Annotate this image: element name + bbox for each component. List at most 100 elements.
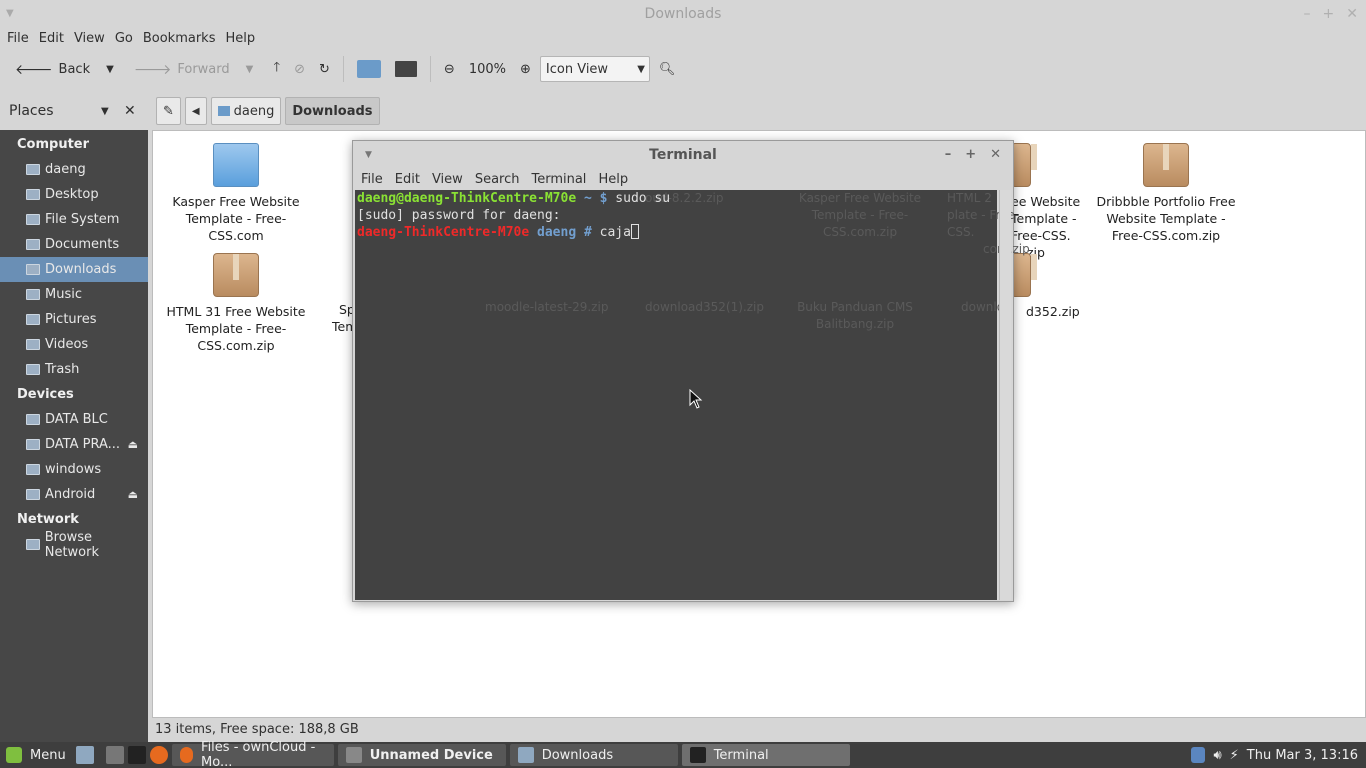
file-item[interactable]: HTML 31 Free Website Template - Free-CSS… bbox=[161, 253, 311, 354]
sidebar-item-label: Videos bbox=[45, 337, 89, 352]
volume-icon[interactable]: 🔊︎ bbox=[1213, 748, 1221, 763]
zoom-in-button[interactable]: ⊕ bbox=[515, 54, 536, 84]
close-sidebar-icon[interactable]: ✕ bbox=[124, 103, 136, 119]
terminal-launcher-icon[interactable] bbox=[127, 746, 146, 764]
menu-bookmarks[interactable]: Bookmarks bbox=[143, 31, 224, 46]
terminal-title: Terminal bbox=[649, 147, 717, 163]
terminal-menu-edit[interactable]: Edit bbox=[395, 172, 420, 187]
terminal-screen[interactable]: oud-8.2.2.zip Kasper Free Website Templa… bbox=[355, 190, 1030, 600]
ghost-file-label: downlo bbox=[961, 300, 1005, 314]
sidebar-item-music[interactable]: Music bbox=[0, 282, 148, 307]
sidebar-item-videos[interactable]: Videos bbox=[0, 332, 148, 357]
sidebar-item-filesystem[interactable]: File System bbox=[0, 207, 148, 232]
stop-button[interactable]: ⊘ bbox=[289, 54, 310, 84]
terminal-titlebar[interactable]: ▼ Terminal – + ✕ bbox=[353, 141, 1013, 169]
breadcrumb-downloads[interactable]: Downloads bbox=[285, 97, 380, 125]
taskbar-window-terminal[interactable]: Terminal bbox=[681, 744, 850, 766]
taskbar-window-label: Downloads bbox=[541, 747, 614, 763]
chevron-down-icon[interactable]: ▼ bbox=[106, 64, 114, 75]
mint-logo-icon bbox=[6, 747, 22, 763]
sidebar-item-data-pra[interactable]: DATA PRA... ⏏ bbox=[0, 432, 148, 457]
ghost-file-label: download352(1).zip bbox=[645, 300, 764, 314]
firefox-icon[interactable] bbox=[149, 746, 168, 764]
zoom-out-button[interactable]: ⊖ bbox=[439, 54, 460, 84]
terminal-menu-view[interactable]: View bbox=[432, 172, 463, 187]
forward-button[interactable]: 🡒 Forward ▼ bbox=[129, 54, 265, 84]
minimize-icon[interactable]: – bbox=[1304, 0, 1311, 28]
window-menu-icon[interactable]: ▼ bbox=[6, 0, 14, 28]
sidebar-item-label: File System bbox=[45, 212, 120, 227]
sidebar-item-home[interactable]: daeng bbox=[0, 157, 148, 182]
sidebar-item-windows[interactable]: windows bbox=[0, 457, 148, 482]
start-menu-label: Menu bbox=[30, 747, 66, 763]
prompt-user-host: daeng@daeng-ThinkCentre-M70e bbox=[357, 191, 577, 206]
package-icon bbox=[1011, 253, 1037, 297]
terminal-menu-help[interactable]: Help bbox=[598, 172, 628, 187]
taskbar-window-firefox[interactable]: Files - ownCloud - Mo... bbox=[171, 740, 334, 768]
sidebar-item-desktop[interactable]: Desktop bbox=[0, 182, 148, 207]
file-item[interactable]: Dribbble Portfolio Free Website Template… bbox=[1091, 143, 1241, 244]
file-item[interactable]: d352.zip bbox=[1011, 253, 1091, 320]
package-icon bbox=[213, 253, 259, 297]
chevron-down-icon[interactable]: ▼ bbox=[101, 106, 109, 117]
edit-location-button[interactable]: ✎ bbox=[156, 97, 181, 125]
home-button[interactable] bbox=[352, 54, 386, 84]
terminal-line: daeng@daeng-ThinkCentre-M70e ~ $ sudo su bbox=[357, 190, 995, 207]
menu-file[interactable]: File bbox=[7, 31, 37, 46]
file-item[interactable]: Kasper Free Website Template - Free-CSS.… bbox=[161, 143, 311, 244]
prompt-path: daeng # bbox=[537, 225, 592, 240]
close-icon[interactable]: ✕ bbox=[1346, 0, 1358, 28]
minimize-icon[interactable]: – bbox=[945, 141, 952, 169]
sidebar-item-trash[interactable]: Trash bbox=[0, 357, 148, 382]
maximize-icon[interactable]: + bbox=[965, 141, 976, 169]
sidebar-item-downloads[interactable]: Downloads bbox=[0, 257, 148, 282]
computer-button[interactable] bbox=[390, 54, 422, 84]
maximize-icon[interactable]: + bbox=[1323, 0, 1335, 28]
eject-icon[interactable]: ⏏ bbox=[128, 438, 138, 451]
terminal-menu-search[interactable]: Search bbox=[475, 172, 520, 187]
chevron-down-icon[interactable]: ▼ bbox=[246, 64, 254, 75]
view-mode-select[interactable]: Icon View ▼ bbox=[539, 56, 650, 82]
search-button[interactable]: 🔍︎ bbox=[654, 54, 681, 84]
breadcrumb-back-button[interactable]: ◀ bbox=[184, 97, 207, 125]
file-label: HTML 31 Free Website Template - Free-CSS… bbox=[166, 304, 306, 353]
sidebar-selector[interactable]: Places ▼ ✕ bbox=[0, 92, 148, 130]
menu-go[interactable]: Go bbox=[115, 31, 141, 46]
menu-edit[interactable]: Edit bbox=[39, 31, 72, 46]
network-icon[interactable]: ⚡︎ bbox=[1230, 748, 1239, 763]
up-button[interactable]: 🡑 bbox=[268, 54, 285, 84]
monitor-icon bbox=[394, 61, 417, 77]
menu-view[interactable]: View bbox=[74, 31, 113, 46]
sidebar-item-browse-network[interactable]: Browse Network bbox=[0, 530, 148, 560]
sidebar-item-pictures[interactable]: Pictures bbox=[0, 307, 148, 332]
reload-button[interactable]: ↻ bbox=[314, 54, 335, 84]
taskbar-window-downloads[interactable]: Downloads bbox=[509, 744, 678, 766]
sidebar-item-label: Pictures bbox=[45, 312, 97, 327]
breadcrumb-home[interactable]: daeng bbox=[210, 97, 282, 125]
zoom-level[interactable]: 100% bbox=[464, 54, 511, 84]
window-titlebar[interactable]: ▼ Downloads – + ✕ bbox=[0, 0, 1366, 28]
back-button[interactable]: 🡐 Back ▼ bbox=[10, 54, 125, 84]
toolbar-separator bbox=[342, 56, 344, 82]
terminal-menu-terminal[interactable]: Terminal bbox=[531, 172, 586, 187]
clock[interactable]: Thu Mar 3, 13:16 bbox=[1247, 748, 1358, 763]
terminal-window: ▼ Terminal – + ✕ File Edit View Search T… bbox=[352, 140, 1030, 602]
terminal-menu-file[interactable]: File bbox=[361, 172, 383, 187]
menu-help[interactable]: Help bbox=[225, 31, 263, 46]
eject-icon[interactable]: ⏏ bbox=[128, 488, 138, 501]
file-manager-launcher-icon[interactable] bbox=[105, 746, 124, 764]
start-menu-button[interactable]: Menu bbox=[0, 742, 72, 768]
taskbar-window-device[interactable]: Unnamed Device bbox=[337, 744, 506, 766]
sidebar-selector-label: Places bbox=[9, 103, 54, 119]
show-desktop-icon[interactable] bbox=[75, 746, 94, 764]
close-icon[interactable]: ✕ bbox=[990, 141, 1001, 169]
chevron-down-icon: ▼ bbox=[637, 63, 645, 75]
terminal-scrollbar[interactable] bbox=[999, 190, 1011, 600]
sidebar-item-documents[interactable]: Documents bbox=[0, 232, 148, 257]
taskbar-window-label: Terminal bbox=[713, 747, 769, 763]
shield-icon[interactable] bbox=[1191, 747, 1206, 763]
sidebar-item-label: Music bbox=[45, 287, 82, 302]
sidebar-item-data-blc[interactable]: DATA BLC bbox=[0, 407, 148, 432]
sidebar-item-android[interactable]: Android ⏏ bbox=[0, 482, 148, 507]
window-menu-icon[interactable]: ▼ bbox=[365, 141, 372, 169]
